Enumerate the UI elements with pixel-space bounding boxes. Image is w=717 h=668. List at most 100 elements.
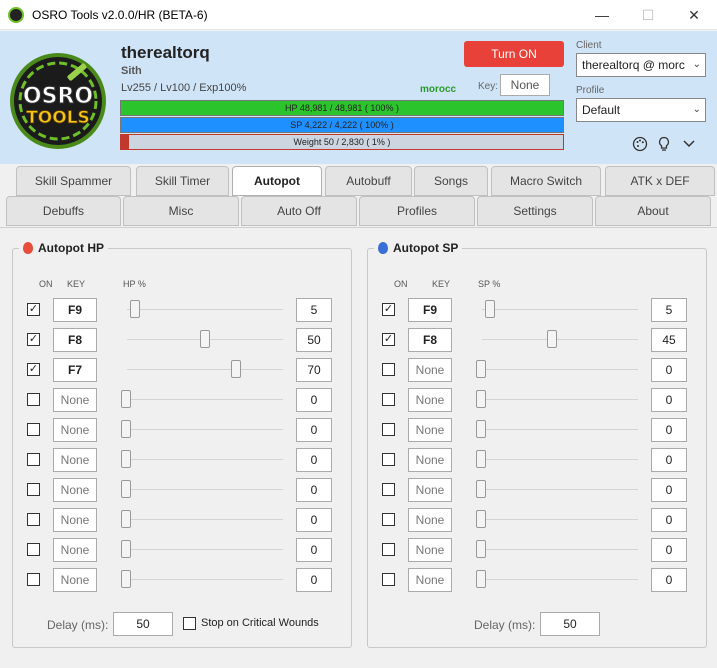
tab-skill-spammer[interactable]: Skill Spammer xyxy=(16,166,131,196)
hp-percent-input[interactable]: 0 xyxy=(296,388,332,412)
hp-slider-track[interactable] xyxy=(121,399,283,400)
sp-key-input[interactable]: None xyxy=(408,448,452,472)
hp-enable-checkbox[interactable]: ✓ xyxy=(27,303,40,316)
sp-enable-checkbox[interactable] xyxy=(382,453,395,466)
sp-slider-track[interactable] xyxy=(476,519,638,520)
hp-enable-checkbox[interactable] xyxy=(27,423,40,436)
sp-key-input[interactable]: None xyxy=(408,418,452,442)
chevron-down-icon[interactable] xyxy=(680,135,698,153)
hp-slider-thumb[interactable] xyxy=(129,300,140,318)
hp-enable-checkbox[interactable]: ✓ xyxy=(27,333,40,346)
hp-key-input[interactable]: F9 xyxy=(53,298,97,322)
tab-macro-switch[interactable]: Macro Switch xyxy=(491,166,601,196)
tab-skill-timer[interactable]: Skill Timer xyxy=(136,166,229,196)
hp-percent-input[interactable]: 70 xyxy=(296,358,332,382)
hp-percent-input[interactable]: 0 xyxy=(296,508,332,532)
hp-enable-checkbox[interactable] xyxy=(27,573,40,586)
hp-key-input[interactable]: None xyxy=(53,508,97,532)
hp-key-input[interactable]: None xyxy=(53,418,97,442)
sp-enable-checkbox[interactable]: ✓ xyxy=(382,303,395,316)
tab-auto-off[interactable]: Auto Off xyxy=(241,196,357,226)
sp-slider-track[interactable] xyxy=(476,459,638,460)
sp-enable-checkbox[interactable]: ✓ xyxy=(382,333,395,346)
sp-key-input[interactable]: None xyxy=(408,568,452,592)
hp-slider-thumb[interactable] xyxy=(121,450,131,468)
tab-songs[interactable]: Songs xyxy=(414,166,488,196)
palette-icon[interactable] xyxy=(631,135,649,153)
sp-percent-input[interactable]: 5 xyxy=(651,298,687,322)
hp-slider-track[interactable] xyxy=(121,579,283,580)
profile-select[interactable]: Default ⌄ xyxy=(576,98,706,122)
hp-percent-input[interactable]: 5 xyxy=(296,298,332,322)
tab-autopot[interactable]: Autopot xyxy=(232,166,322,196)
hp-slider-thumb[interactable] xyxy=(121,480,131,498)
sp-slider-thumb[interactable] xyxy=(484,300,495,318)
sp-key-input[interactable]: F8 xyxy=(408,328,452,352)
maximize-button[interactable]: ☐ xyxy=(625,0,671,30)
sp-slider-track[interactable] xyxy=(476,429,638,430)
tab-atk-x-def[interactable]: ATK x DEF xyxy=(605,166,715,196)
sp-slider-thumb[interactable] xyxy=(476,480,486,498)
sp-slider-track[interactable] xyxy=(476,549,638,550)
hp-slider-thumb[interactable] xyxy=(231,360,242,378)
hp-slider-thumb[interactable] xyxy=(121,510,131,528)
hp-slider-thumb[interactable] xyxy=(121,390,131,408)
sp-key-input[interactable]: None xyxy=(408,358,452,382)
sp-slider-track[interactable] xyxy=(476,489,638,490)
sp-enable-checkbox[interactable] xyxy=(382,543,395,556)
lightbulb-icon[interactable] xyxy=(655,135,673,153)
toggle-key-input[interactable]: None xyxy=(500,74,550,96)
sp-percent-input[interactable]: 0 xyxy=(651,478,687,502)
critical-wounds-checkbox[interactable] xyxy=(183,617,196,630)
hp-percent-input[interactable]: 0 xyxy=(296,448,332,472)
hp-percent-input[interactable]: 50 xyxy=(296,328,332,352)
tab-settings[interactable]: Settings xyxy=(477,196,593,226)
sp-percent-input[interactable]: 0 xyxy=(651,358,687,382)
hp-slider-thumb[interactable] xyxy=(121,420,131,438)
tab-misc[interactable]: Misc xyxy=(123,196,239,226)
hp-enable-checkbox[interactable] xyxy=(27,393,40,406)
sp-key-input[interactable]: F9 xyxy=(408,298,452,322)
sp-percent-input[interactable]: 0 xyxy=(651,568,687,592)
hp-key-input[interactable]: F8 xyxy=(53,328,97,352)
hp-key-input[interactable]: None xyxy=(53,388,97,412)
sp-key-input[interactable]: None xyxy=(408,478,452,502)
sp-key-input[interactable]: None xyxy=(408,508,452,532)
hp-slider-track[interactable] xyxy=(121,489,283,490)
hp-key-input[interactable]: None xyxy=(53,568,97,592)
sp-slider-thumb[interactable] xyxy=(476,450,486,468)
sp-enable-checkbox[interactable] xyxy=(382,573,395,586)
hp-percent-input[interactable]: 0 xyxy=(296,418,332,442)
minimize-button[interactable]: — xyxy=(579,0,625,30)
sp-delay-input[interactable]: 50 xyxy=(540,612,600,636)
sp-key-input[interactable]: None xyxy=(408,388,452,412)
sp-slider-thumb[interactable] xyxy=(476,570,486,588)
tab-profiles[interactable]: Profiles xyxy=(359,196,475,226)
hp-enable-checkbox[interactable] xyxy=(27,483,40,496)
hp-slider-track[interactable] xyxy=(121,519,283,520)
hp-delay-input[interactable]: 50 xyxy=(113,612,173,636)
sp-enable-checkbox[interactable] xyxy=(382,393,395,406)
tab-about[interactable]: About xyxy=(595,196,711,226)
hp-slider-track[interactable] xyxy=(127,369,283,370)
tab-debuffs[interactable]: Debuffs xyxy=(6,196,121,226)
sp-slider-track[interactable] xyxy=(476,369,638,370)
sp-percent-input[interactable]: 0 xyxy=(651,448,687,472)
hp-slider-track[interactable] xyxy=(121,429,283,430)
sp-percent-input[interactable]: 45 xyxy=(651,328,687,352)
sp-percent-input[interactable]: 0 xyxy=(651,538,687,562)
hp-percent-input[interactable]: 0 xyxy=(296,568,332,592)
sp-slider-track[interactable] xyxy=(482,309,638,310)
sp-enable-checkbox[interactable] xyxy=(382,363,395,376)
sp-percent-input[interactable]: 0 xyxy=(651,418,687,442)
hp-slider-track[interactable] xyxy=(121,549,283,550)
hp-key-input[interactable]: F7 xyxy=(53,358,97,382)
sp-enable-checkbox[interactable] xyxy=(382,483,395,496)
sp-slider-thumb[interactable] xyxy=(476,390,486,408)
sp-slider-thumb[interactable] xyxy=(476,540,486,558)
turn-on-button[interactable]: Turn ON xyxy=(464,41,564,67)
hp-slider-track[interactable] xyxy=(121,459,283,460)
hp-key-input[interactable]: None xyxy=(53,448,97,472)
hp-enable-checkbox[interactable] xyxy=(27,513,40,526)
hp-enable-checkbox[interactable]: ✓ xyxy=(27,363,40,376)
